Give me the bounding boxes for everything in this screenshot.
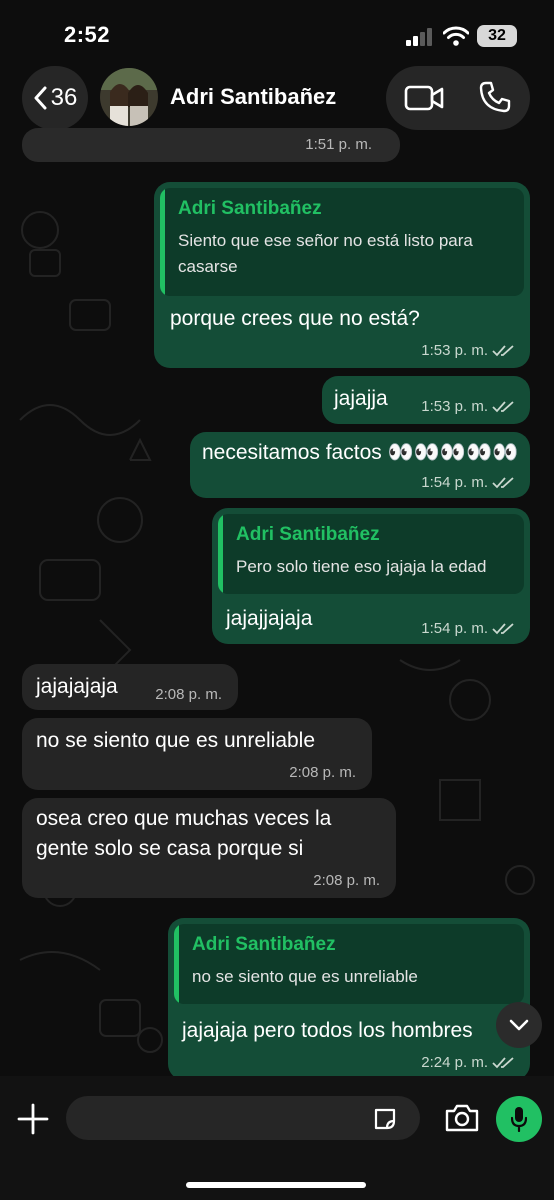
message-text-line: gente solo se casa porque si	[36, 837, 304, 860]
double-check-icon	[492, 400, 514, 412]
message-time: 1:53 p. m.	[421, 398, 488, 415]
outgoing-message[interactable]: Adri Santibañez Siento que ese señor no …	[154, 182, 530, 368]
quoted-reply[interactable]: Adri Santibañez Siento que ese señor no …	[160, 188, 524, 296]
outgoing-message[interactable]: Adri Santibañez no se siento que es unre…	[168, 918, 530, 1080]
outgoing-message[interactable]: jajajja 1:53 p. m.	[322, 376, 530, 424]
quote-text: no se siento que es unreliable	[192, 967, 418, 986]
scroll-to-bottom-button[interactable]	[496, 1002, 542, 1048]
chevron-down-icon	[509, 1019, 529, 1031]
status-time: 2:52	[64, 22, 111, 47]
quote-text: Pero solo tiene eso jajaja la edad	[236, 557, 487, 576]
chevron-left-icon	[34, 86, 47, 110]
quote-accent-bar	[160, 188, 165, 296]
message-time: 2:08 p. m.	[155, 686, 222, 703]
message-meta: 1:54 p. m.	[421, 474, 516, 491]
quote-accent-bar	[174, 924, 179, 1004]
battery-icon: 32	[477, 25, 517, 47]
message-time: 1:54 p. m.	[421, 620, 488, 637]
phone-icon[interactable]	[478, 80, 512, 114]
quote-text-line: casarse	[178, 257, 238, 276]
message-text: jajajja	[334, 387, 388, 410]
call-actions	[386, 66, 530, 130]
back-button[interactable]: 36	[22, 66, 88, 130]
cellular-signal-icon	[406, 28, 432, 46]
double-check-icon	[492, 476, 514, 488]
microphone-icon	[511, 1107, 527, 1132]
quote-text-line: Siento que ese señor no está listo para	[178, 231, 473, 250]
outgoing-message[interactable]: Adri Santibañez Pero solo tiene eso jaja…	[212, 508, 530, 644]
message-text: jajajajaja	[36, 675, 118, 698]
incoming-message[interactable]: osea creo que muchas veces la gente solo…	[22, 798, 396, 898]
quote-author: Adri Santibañez	[236, 524, 380, 545]
message-time: 2:08 p. m.	[313, 872, 380, 889]
message-meta: 1:54 p. m.	[421, 620, 516, 637]
camera-icon[interactable]	[444, 1102, 480, 1134]
video-call-icon[interactable]	[404, 82, 444, 114]
quote-text: Siento que ese señor no está listo para …	[178, 228, 473, 280]
voice-message-button[interactable]	[496, 1096, 542, 1142]
message-meta: 2:24 p. m.	[421, 1054, 516, 1071]
avatar[interactable]	[100, 68, 158, 126]
quote-author: Adri Santibañez	[192, 934, 336, 955]
message-text-line: osea creo que muchas veces la	[36, 807, 332, 830]
message-time: 2:08 p. m.	[289, 764, 356, 781]
wifi-icon	[443, 26, 469, 46]
message-time: 2:24 p. m.	[421, 1054, 488, 1071]
message-text: jajajaja pero todos los hombres	[182, 1019, 473, 1042]
message-text: necesitamos factos 👀👀👀👀👀	[202, 441, 519, 464]
double-check-icon	[492, 344, 514, 356]
double-check-icon	[492, 1056, 514, 1068]
message-text: jajajjajaja	[226, 607, 313, 630]
plus-icon[interactable]	[16, 1102, 50, 1136]
incoming-message[interactable]: jajajajaja 2:08 p. m.	[22, 664, 238, 710]
quote-accent-bar	[218, 514, 223, 594]
double-check-icon	[492, 622, 514, 634]
outgoing-message[interactable]: necesitamos factos 👀👀👀👀👀 1:54 p. m.	[190, 432, 530, 498]
message-time: 1:53 p. m.	[421, 342, 488, 359]
message-text: osea creo que muchas veces la gente solo…	[36, 804, 331, 864]
quoted-reply[interactable]: Adri Santibañez no se siento que es unre…	[174, 924, 524, 1004]
partial-message-bubble[interactable]: 1:51 p. m.	[22, 128, 400, 162]
unread-count: 36	[50, 84, 78, 111]
message-text: no se siento que es unreliable	[36, 729, 316, 752]
home-indicator	[186, 1182, 366, 1188]
quote-author: Adri Santibañez	[178, 198, 322, 219]
message-meta: 1:53 p. m.	[421, 398, 516, 415]
message-input[interactable]	[66, 1096, 420, 1140]
status-bar: 2:52 32	[0, 0, 554, 70]
message-text: porque crees que no está?	[170, 307, 420, 330]
message-meta: 1:53 p. m.	[421, 342, 516, 359]
incoming-message[interactable]: no se siento que es unreliable 2:08 p. m…	[22, 718, 372, 790]
contact-name[interactable]: Adri Santibañez	[170, 84, 336, 110]
message-time: 1:51 p. m.	[305, 136, 372, 153]
sticker-icon[interactable]	[372, 1106, 398, 1132]
message-time: 1:54 p. m.	[421, 474, 488, 491]
quoted-reply[interactable]: Adri Santibañez Pero solo tiene eso jaja…	[218, 514, 524, 594]
